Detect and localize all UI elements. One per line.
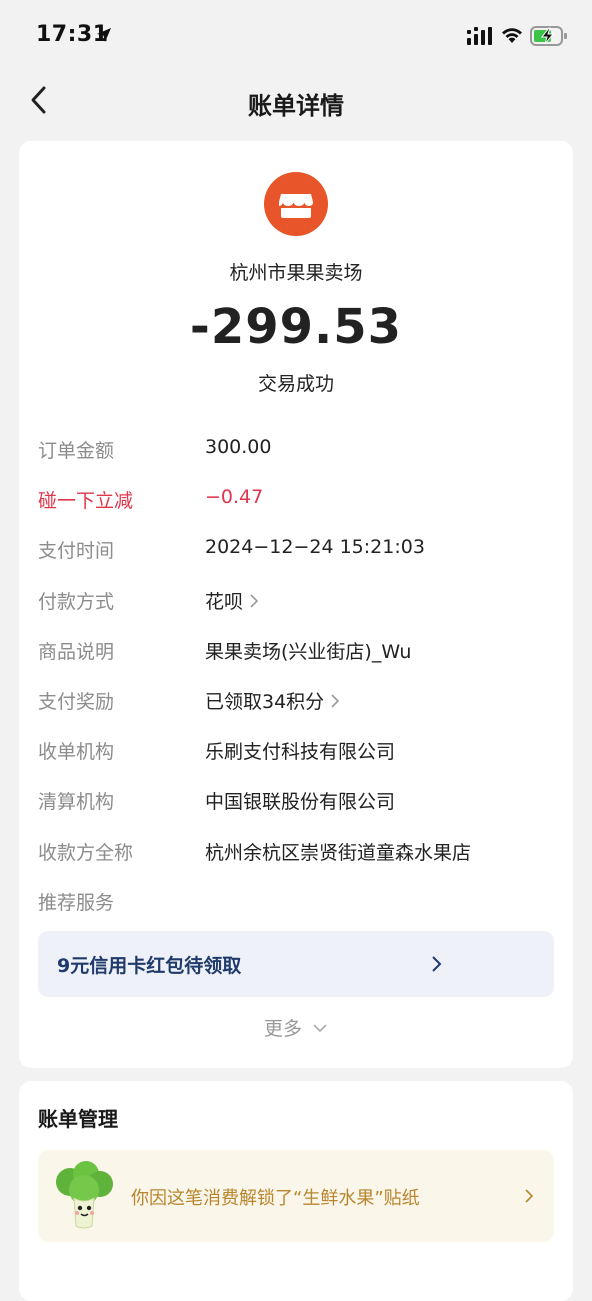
detail-row-recommended-services: 推荐服务: [38, 888, 558, 918]
detail-row-payee-full-name: 收款方全称 杭州余杭区崇贤街道童森水果店: [38, 838, 558, 868]
detail-label: 收款方全称: [38, 842, 134, 864]
bill-management-card: 账单管理 你因这笔消费解锁了“生鲜水果”贴纸: [19, 1081, 573, 1301]
detail-label: 支付奖励: [38, 691, 115, 713]
promo-text: 9元信用卡红包待领取: [57, 955, 242, 977]
chevron-right-icon: [250, 593, 259, 608]
detail-row-payment-method[interactable]: 付款方式 花呗: [38, 587, 558, 617]
status-bar: 17:31: [0, 0, 592, 64]
battery-charging-icon: [530, 26, 567, 46]
chevron-right-icon: [331, 693, 340, 708]
detail-value: 花呗: [205, 587, 259, 614]
chevron-down-icon: [313, 1023, 327, 1032]
broccoli-sticker-icon: [56, 1161, 113, 1229]
detail-label: 支付时间: [38, 540, 115, 562]
detail-value: −0.47: [205, 486, 264, 508]
section-title: 账单管理: [38, 1107, 118, 1131]
detail-label: 清算机构: [38, 791, 115, 813]
detail-row-clearing-org: 清算机构 中国银联股份有限公司: [38, 787, 558, 817]
more-label: 更多: [263, 1018, 302, 1040]
merchant-name: 杭州市果果卖场: [229, 262, 363, 284]
wifi-icon: [502, 28, 522, 43]
page-title: 账单详情: [248, 92, 344, 120]
detail-row-order-amount: 订单金额 300.00: [38, 436, 558, 466]
cellular-signal-icon: [467, 27, 492, 45]
detail-value: 中国银联股份有限公司: [205, 791, 396, 813]
detail-value: 果果卖场(兴业街店)_Wu: [205, 641, 412, 663]
detail-label: 商品说明: [38, 641, 115, 663]
chevron-right-icon: [525, 1189, 534, 1203]
detail-label: 付款方式: [38, 591, 115, 613]
bill-detail-card: 杭州市果果卖场 -299.53 交易成功 订单金额 300.00 碰一下立减 −…: [19, 141, 573, 1068]
detail-label: 订单金额: [38, 440, 115, 462]
transaction-amount: -299.53: [189, 299, 403, 355]
detail-row-payment-reward[interactable]: 支付奖励 已领取34积分: [38, 687, 558, 717]
detail-value: 乐刷支付科技有限公司: [205, 741, 396, 763]
sticker-unlock-banner[interactable]: 你因这笔消费解锁了“生鲜水果”贴纸: [38, 1150, 554, 1242]
more-button[interactable]: 更多: [19, 1014, 573, 1041]
detail-value: 2024−12−24 15:21:03: [205, 536, 425, 558]
detail-value: 已领取34积分: [205, 687, 340, 714]
detail-row-discount: 碰一下立减 −0.47: [38, 486, 558, 516]
chevron-right-icon: [432, 956, 442, 972]
detail-label: 收单机构: [38, 741, 115, 763]
detail-label: 碰一下立减: [38, 490, 134, 512]
store-icon: [264, 172, 328, 236]
detail-row-acquirer: 收单机构 乐刷支付科技有限公司: [38, 737, 558, 767]
location-arrow-icon: [97, 28, 111, 42]
nav-bar: 账单详情: [0, 64, 592, 136]
detail-value: 300.00: [205, 436, 272, 458]
detail-value: 杭州余杭区崇贤街道童森水果店: [205, 842, 472, 864]
transaction-status: 交易成功: [257, 373, 334, 395]
credit-card-promo-banner[interactable]: 9元信用卡红包待领取: [38, 931, 554, 997]
sticker-unlock-text: 你因这笔消费解锁了“生鲜水果”贴纸: [131, 1188, 420, 1209]
detail-label: 推荐服务: [38, 892, 115, 914]
detail-row-product-description: 商品说明 果果卖场(兴业街店)_Wu: [38, 637, 558, 667]
detail-row-payment-time: 支付时间 2024−12−24 15:21:03: [38, 536, 558, 566]
